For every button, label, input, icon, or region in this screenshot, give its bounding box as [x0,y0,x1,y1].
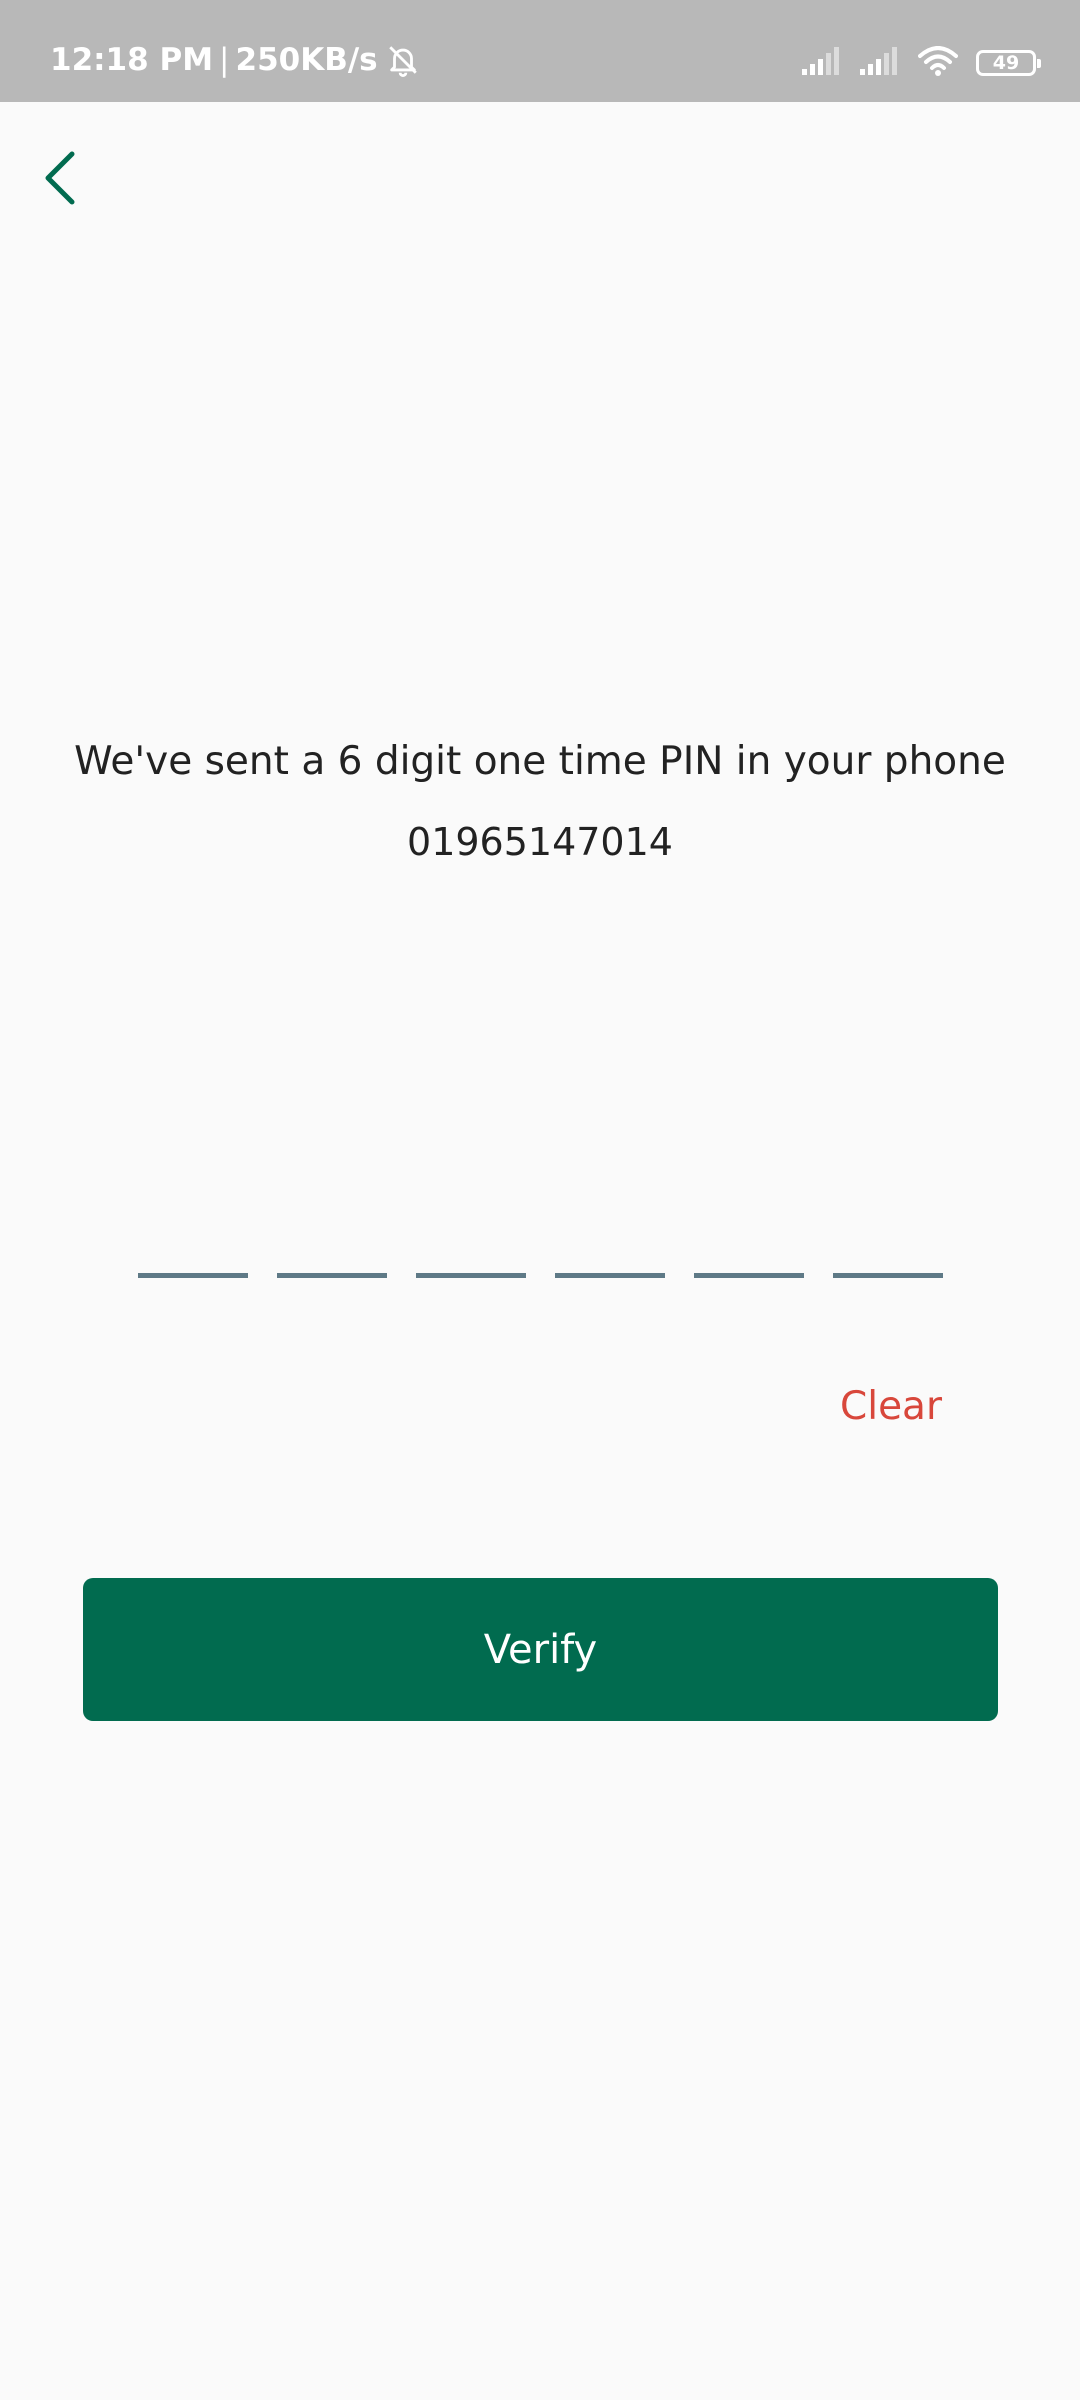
signal-icon [802,47,842,79]
status-separator: | [219,42,230,78]
clear-button[interactable]: Clear [840,1384,942,1429]
bell-off-icon [386,43,420,77]
verify-label: Verify [483,1626,598,1673]
pin-digit-1[interactable] [138,1230,248,1278]
phone-number: 01965147014 [407,820,673,864]
verify-button[interactable]: Verify [83,1578,998,1721]
chevron-left-icon [40,148,80,212]
battery-level: 49 [992,52,1020,74]
pin-input[interactable] [138,1230,943,1280]
status-right: 49 [802,46,1041,80]
pin-digit-5[interactable] [694,1230,804,1278]
otp-message: We've sent a 6 digit one time PIN in you… [74,739,1006,784]
pin-digit-4[interactable] [555,1230,665,1278]
battery-icon: 49 [976,50,1041,76]
back-button[interactable] [30,140,90,220]
signal-icon [860,47,900,79]
status-left: 12:18 PM | 250KB/s [50,42,420,78]
status-bar: 12:18 PM | 250KB/s 49 [0,0,1080,102]
wifi-icon [918,46,958,80]
pin-digit-6[interactable] [833,1230,943,1278]
pin-digit-2[interactable] [277,1230,387,1278]
status-network-speed: 250KB/s [235,42,378,78]
pin-digit-3[interactable] [416,1230,526,1278]
status-time: 12:18 PM [50,42,214,78]
